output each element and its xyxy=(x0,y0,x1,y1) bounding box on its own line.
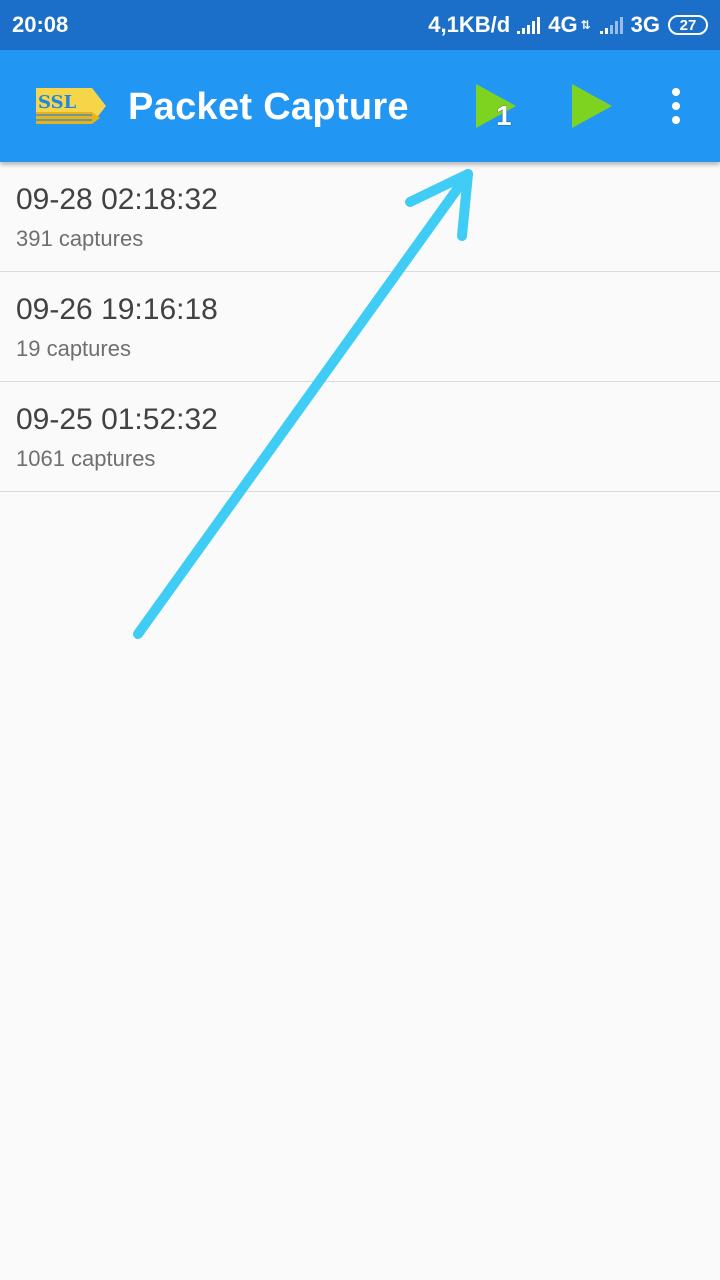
more-options-button[interactable] xyxy=(656,84,696,128)
data-arrows-icon: ⇅ xyxy=(580,18,591,32)
network-type-1: 4G xyxy=(548,12,578,37)
app-bar: SSL Packet Capture xyxy=(0,50,720,162)
network-type-2: 3G xyxy=(630,12,660,37)
session-title: 09-26 19:16:18 xyxy=(16,293,218,326)
session-item[interactable]: 09-28 02:18:32 391 captures xyxy=(0,162,720,272)
logo-text: SSL xyxy=(38,92,77,113)
session-capture-count: 1061 captures xyxy=(16,446,156,471)
session-capture-count: 391 captures xyxy=(16,226,144,251)
ssl-logo-icon: SSL xyxy=(36,88,106,124)
more-vert-dot xyxy=(672,116,680,124)
battery-icon: 27 xyxy=(668,15,708,35)
capture-session-list: 09-28 02:18:32 391 captures 09-26 19:16:… xyxy=(0,162,720,492)
more-vert-dot xyxy=(672,102,680,110)
session-title: 09-28 02:18:32 xyxy=(16,183,218,216)
status-time: 20:08 xyxy=(12,12,69,37)
start-capture-button[interactable] xyxy=(560,70,624,142)
session-title: 09-25 01:52:32 xyxy=(16,403,218,436)
play-icon xyxy=(572,84,612,128)
session-capture-count: 19 captures xyxy=(16,336,131,361)
signal-icon-2 xyxy=(599,17,623,34)
signal-icon xyxy=(517,17,541,34)
status-bar: 20:08 4,1KB/d 4G ⇅ 3G 27 xyxy=(0,0,720,50)
more-vert-icon xyxy=(672,88,680,96)
app-title: Packet Capture xyxy=(128,86,409,128)
battery-level: 27 xyxy=(679,16,697,34)
session-item[interactable]: 09-25 01:52:32 1061 captures xyxy=(0,382,720,492)
session-item[interactable]: 09-26 19:16:18 19 captures xyxy=(0,272,720,382)
network-speed: 4,1KB/d xyxy=(428,12,511,37)
annotation-number: 1 xyxy=(496,100,512,131)
